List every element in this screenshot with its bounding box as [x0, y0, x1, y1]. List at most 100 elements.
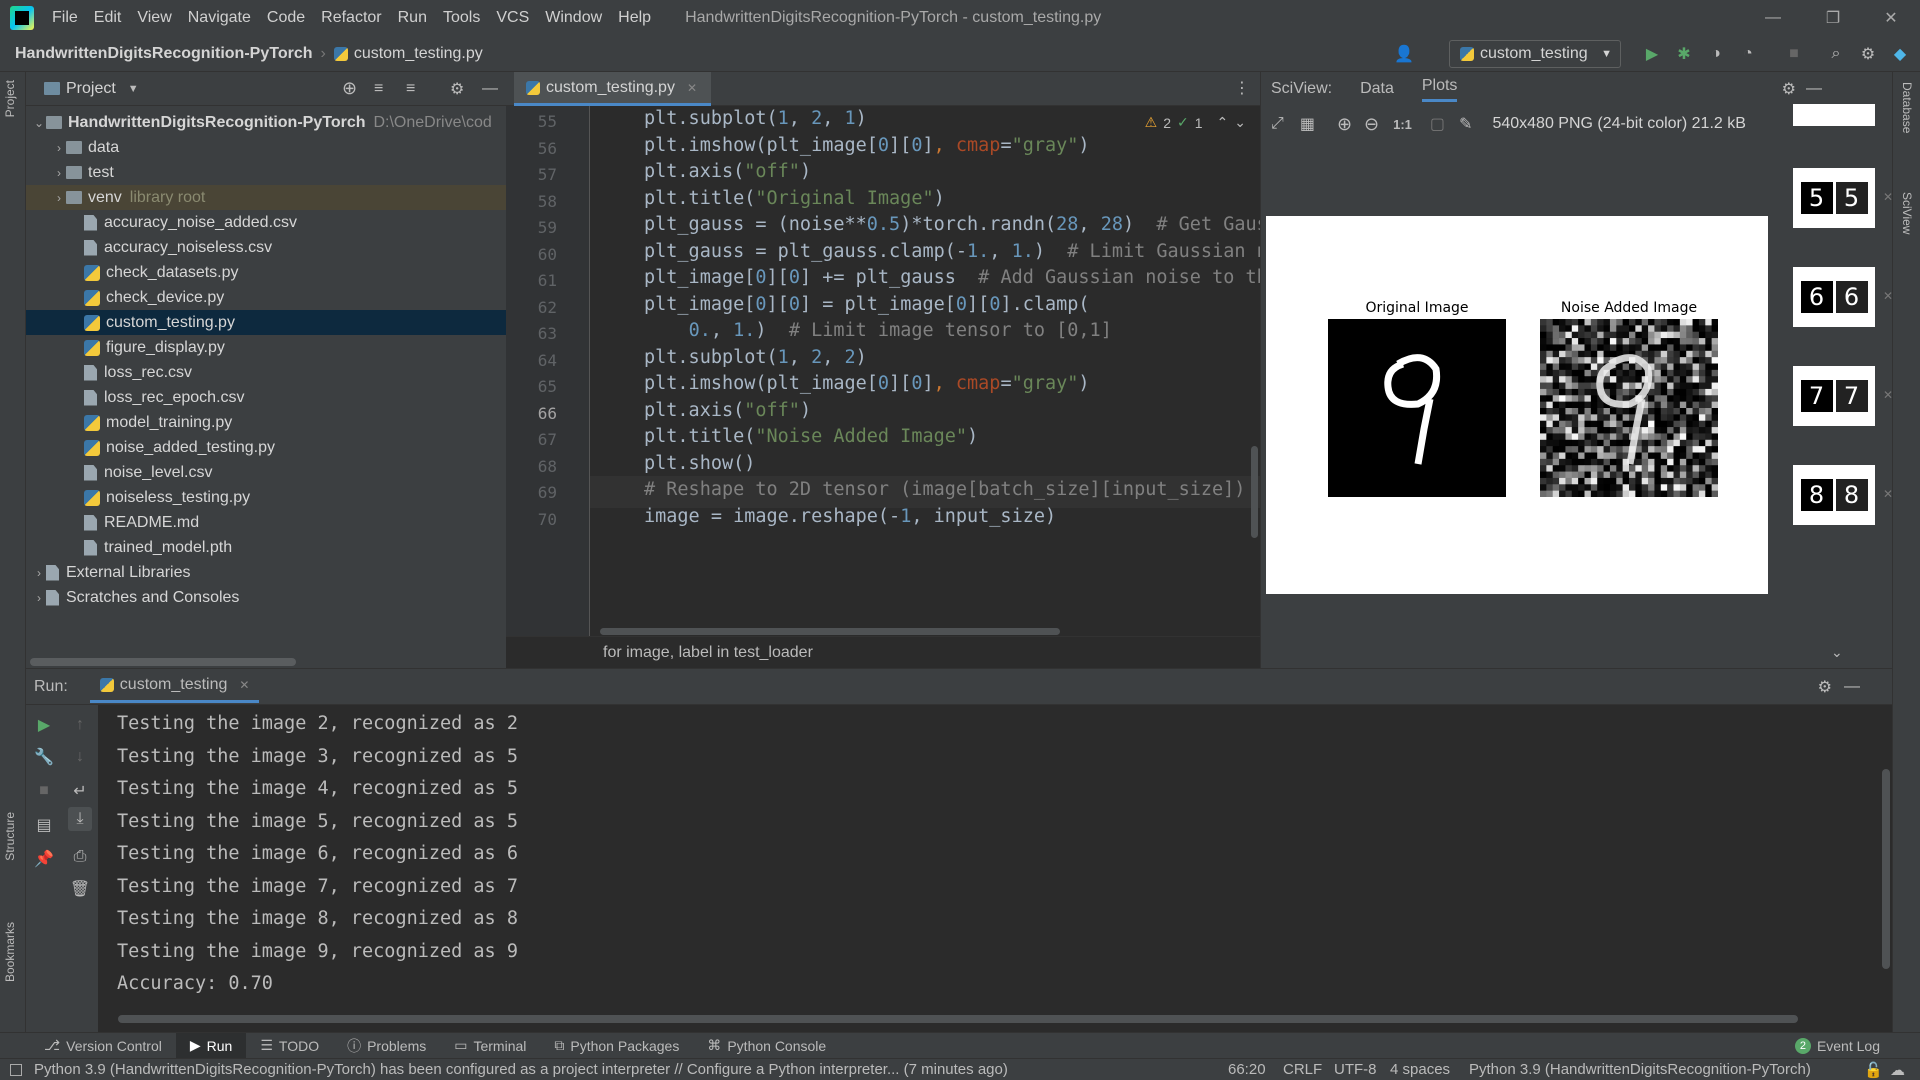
hide-panel-icon[interactable]: — — [482, 80, 498, 98]
tool-tab-python-packages[interactable]: ⧉ Python Packages — [540, 1033, 693, 1059]
tree-item-check-device-py[interactable]: check_device.py — [26, 285, 506, 310]
more-tabs-icon[interactable]: ⋮ — [1234, 78, 1250, 98]
code-line[interactable]: plt_image[0][0] += plt_gauss # Add Gauss… — [644, 267, 1260, 288]
code-editor[interactable]: 55 56 57 58 59 60 61 62 63 64 65 66 67 68 69 70 plt.sub… — [506, 106, 1260, 636]
tree-item-check-datasets-py[interactable]: check_datasets.py — [26, 260, 506, 285]
tree-item-loss-rec-csv[interactable]: loss_rec.csv — [26, 360, 506, 385]
code-line[interactable]: plt.subplot(1, 2, 1) — [644, 108, 867, 129]
code-line[interactable]: # Reshape to 2D tensor (image[batch_size… — [644, 479, 1245, 500]
zoom-in-icon[interactable]: ⊕ — [1337, 114, 1352, 135]
menu-refactor[interactable]: Refactor — [313, 9, 389, 27]
code-line[interactable]: plt.title("Noise Added Image") — [644, 426, 978, 447]
arrow-down-icon[interactable]: ↓ — [68, 745, 92, 769]
project-side-tab[interactable]: Project — [3, 80, 17, 117]
sciview-side-tab[interactable]: SciView — [1900, 192, 1914, 234]
arrow-up-icon[interactable]: ↑ — [68, 713, 92, 737]
vcs-user-icon[interactable]: 👤 — [1394, 44, 1414, 64]
tree-item-model-training-py[interactable]: model_training.py — [26, 410, 506, 435]
gear-icon[interactable]: ⚙ — [450, 79, 464, 99]
tree-item-readme-md[interactable]: README.md — [26, 510, 506, 535]
gear-icon[interactable]: ⚙ — [1858, 44, 1878, 64]
menu-navigate[interactable]: Navigate — [180, 9, 259, 27]
code-line[interactable]: plt.title("Original Image") — [644, 188, 945, 209]
code-line[interactable]: plt.axis("off") — [644, 161, 811, 182]
code-line[interactable]: plt.imshow(plt_image[0][0], cmap="gray") — [644, 135, 1090, 156]
locate-icon[interactable]: ⊕ — [342, 78, 357, 99]
chevron-right-icon[interactable]: › — [52, 166, 66, 180]
restore-icon[interactable]: ❐ — [1804, 0, 1862, 36]
code-line[interactable]: plt.subplot(1, 2, 2) — [644, 347, 867, 368]
project-view-select[interactable]: Project — [66, 80, 116, 98]
hide-panel-icon[interactable]: — — [1806, 80, 1822, 98]
minimize-icon[interactable]: — — [1744, 0, 1802, 36]
bookmarks-side-tab[interactable]: Bookmarks — [3, 922, 17, 982]
vertical-scrollbar[interactable] — [1882, 769, 1890, 969]
code-line[interactable]: plt_gauss = plt_gauss.clamp(-1., 1.) # L… — [644, 241, 1260, 262]
close-tab-icon[interactable]: ✕ — [239, 678, 249, 692]
breadcrumb-file[interactable]: custom_testing.py — [354, 45, 483, 63]
code-line[interactable]: plt_gauss = (noise**0.5)*torch.randn(28,… — [644, 214, 1260, 235]
tree-root-project[interactable]: ⌄ HandwrittenDigitsRecognition-PyTorch D:\… — [26, 110, 506, 135]
line-separator[interactable]: CRLF — [1283, 1061, 1322, 1078]
inspection-widget[interactable]: ⚠ 2 ✓ 1 ⌃ ⌄ — [1145, 114, 1246, 131]
fit-icon[interactable]: ⤢ — [1271, 115, 1284, 133]
menu-vcs[interactable]: VCS — [488, 9, 537, 27]
menu-help[interactable]: Help — [610, 9, 659, 27]
soft-wrap-icon[interactable]: ↵ — [68, 779, 92, 803]
tree-external-libraries[interactable]: › External Libraries — [26, 560, 506, 585]
trash-icon[interactable]: 🗑 — [68, 877, 92, 901]
status-message[interactable]: Python 3.9 (HandwrittenDigitsRecognition… — [34, 1061, 1008, 1078]
previous-highlight-icon[interactable]: ⌃ — [1217, 114, 1229, 131]
run-config-select[interactable]: custom_testing ▼ — [1449, 40, 1621, 68]
menu-run[interactable]: Run — [390, 9, 435, 27]
wrench-icon[interactable]: 🔧 — [32, 745, 56, 769]
jetbrains-toolbox-icon[interactable]: ◆ — [1890, 44, 1910, 64]
notifications-icon[interactable]: ☁ — [1890, 1061, 1905, 1079]
chevron-down-icon[interactable]: ▼ — [128, 83, 139, 95]
plot-thumbnail[interactable]: 88 — [1793, 465, 1875, 525]
chevron-down-icon[interactable]: ⌄ — [1831, 644, 1843, 661]
search-icon[interactable]: ⌕ — [1826, 44, 1846, 64]
tab-plots[interactable]: Plots — [1421, 77, 1458, 102]
cursor-position[interactable]: 66:20 — [1228, 1061, 1266, 1078]
color-picker-icon[interactable]: ✎ — [1459, 114, 1472, 134]
tree-item-figure-display-py[interactable]: figure_display.py — [26, 335, 506, 360]
code-line[interactable]: plt.show() — [644, 453, 755, 474]
tool-tab-python-console[interactable]: ⌘ Python Console — [693, 1033, 840, 1059]
hide-panel-icon[interactable]: — — [1844, 678, 1860, 696]
horizontal-scrollbar[interactable] — [600, 628, 1060, 635]
next-highlight-icon[interactable]: ⌄ — [1234, 114, 1246, 131]
fit-zoom-icon[interactable]: ▢ — [1430, 114, 1445, 134]
scroll-to-end-icon[interactable]: ⤓ — [68, 807, 92, 831]
breadcrumb-project[interactable]: HandwrittenDigitsRecognition-PyTorch — [15, 45, 312, 63]
chevron-right-icon[interactable]: › — [32, 591, 46, 605]
plot-thumbnail[interactable]: 55 — [1793, 168, 1875, 228]
plot-thumbnail[interactable]: 77 — [1793, 366, 1875, 426]
editor-breadcrumb[interactable]: for image, label in test_loader — [506, 636, 1260, 668]
zoom-out-icon[interactable]: ⊖ — [1364, 114, 1379, 135]
tab-custom-testing[interactable]: custom_testing.py ✕ — [514, 72, 712, 106]
tree-item-data[interactable]: › data — [26, 135, 506, 160]
grid-icon[interactable]: ▦ — [1300, 114, 1315, 134]
print-icon[interactable]: ⎙ — [68, 845, 92, 869]
horizontal-scrollbar[interactable] — [30, 658, 296, 666]
code-line[interactable]: plt.imshow(plt_image[0][0], cmap="gray") — [644, 373, 1090, 394]
menu-edit[interactable]: Edit — [86, 9, 130, 27]
pin-icon[interactable]: 📌 — [32, 847, 56, 871]
gear-icon[interactable]: ⚙ — [1782, 79, 1796, 99]
plot-thumbnail[interactable]: 66 — [1793, 267, 1875, 327]
debug-icon[interactable]: ✱ — [1674, 44, 1694, 64]
tree-item-test[interactable]: › test — [26, 160, 506, 185]
tree-item-loss-rec-epoch-csv[interactable]: loss_rec_epoch.csv — [26, 385, 506, 410]
tool-tab-terminal[interactable]: ▭ Terminal — [440, 1033, 540, 1059]
vertical-scrollbar[interactable] — [1251, 446, 1258, 538]
stop-icon[interactable]: ■ — [32, 779, 56, 803]
actual-size-button[interactable]: 1:1 — [1393, 117, 1412, 132]
chevron-right-icon[interactable]: › — [32, 566, 46, 580]
tree-item-custom-testing-py[interactable]: custom_testing.py — [26, 310, 506, 335]
horizontal-scrollbar[interactable] — [118, 1015, 1798, 1023]
toggle-tool-windows-icon[interactable] — [10, 1063, 22, 1076]
tree-scratches-consoles[interactable]: › Scratches and Consoles — [26, 585, 506, 610]
python-interpreter[interactable]: Python 3.9 (HandwrittenDigitsRecognition… — [1469, 1061, 1811, 1078]
tool-tab-problems[interactable]: ⓘ Problems — [333, 1033, 440, 1059]
